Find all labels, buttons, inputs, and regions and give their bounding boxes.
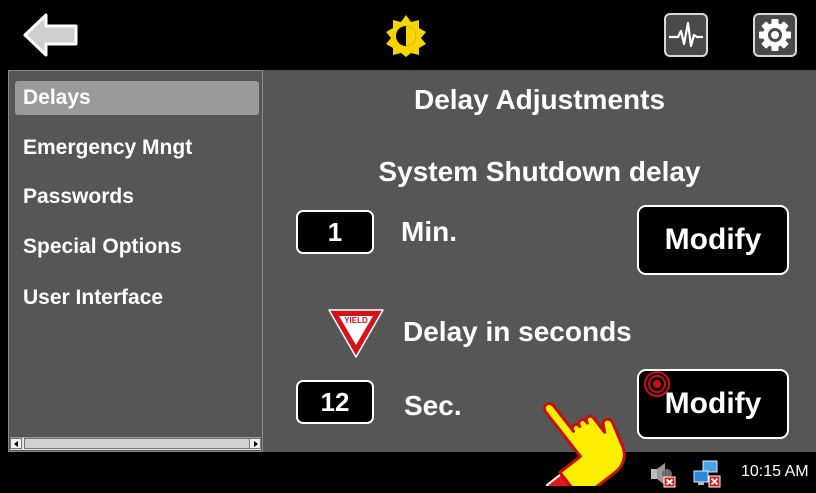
sidebar-item-user-interface[interactable]: User Interface <box>15 281 259 315</box>
taskbar: 10:15 AM <box>0 452 816 493</box>
pulse-button[interactable] <box>664 13 708 57</box>
brightness-icon[interactable] <box>384 14 428 58</box>
sidebar-horizontal-scrollbar[interactable] <box>10 437 261 450</box>
sidebar-item-emergency-mngt[interactable]: Emergency Mngt <box>15 131 259 165</box>
back-arrow-icon <box>23 13 78 57</box>
delay-seconds-heading: Delay in seconds <box>403 316 632 347</box>
modify-delay-seconds-button[interactable]: Modify <box>637 369 789 439</box>
main-panel: Delay Adjustments System Shutdown delay … <box>263 70 816 452</box>
clock: 10:15 AM <box>741 463 809 480</box>
sidebar-item-label: User Interface <box>23 286 164 309</box>
page-title: Delay Adjustments <box>413 84 666 115</box>
sidebar-item-delays[interactable]: Delays <box>15 81 259 115</box>
sidebar: Delays Emergency Mngt Passwords Special … <box>8 70 263 452</box>
sidebar-item-passwords[interactable]: Passwords <box>15 180 259 214</box>
speaker-muted-icon[interactable] <box>650 462 676 488</box>
settings-button[interactable] <box>753 13 797 57</box>
scrollbar-thumb[interactable] <box>24 438 250 449</box>
scroll-right-arrow-icon[interactable] <box>249 438 261 449</box>
shutdown-delay-heading: System Shutdown delay <box>378 156 701 187</box>
delay-seconds-unit: Sec. <box>404 390 462 421</box>
top-bar <box>0 0 816 70</box>
pulse-icon <box>669 21 703 48</box>
gear-icon <box>759 19 791 51</box>
modify-shutdown-delay-button[interactable]: Modify <box>637 205 789 275</box>
delay-seconds-value: 12 <box>296 380 374 424</box>
shutdown-delay-value: 1 <box>296 210 374 254</box>
yield-sign-icon: YIELD <box>328 309 384 358</box>
sidebar-item-label: Passwords <box>23 185 134 208</box>
network-disconnected-icon[interactable] <box>693 460 721 488</box>
shutdown-delay-unit: Min. <box>401 216 457 247</box>
scroll-left-arrow-icon[interactable] <box>10 438 22 449</box>
sidebar-item-label: Emergency Mngt <box>23 136 193 159</box>
sidebar-item-label: Special Options <box>23 235 182 258</box>
sidebar-item-special-options[interactable]: Special Options <box>15 230 259 264</box>
sidebar-item-label: Delays <box>23 86 91 109</box>
back-button[interactable] <box>22 12 80 58</box>
svg-text:YIELD: YIELD <box>344 316 368 325</box>
